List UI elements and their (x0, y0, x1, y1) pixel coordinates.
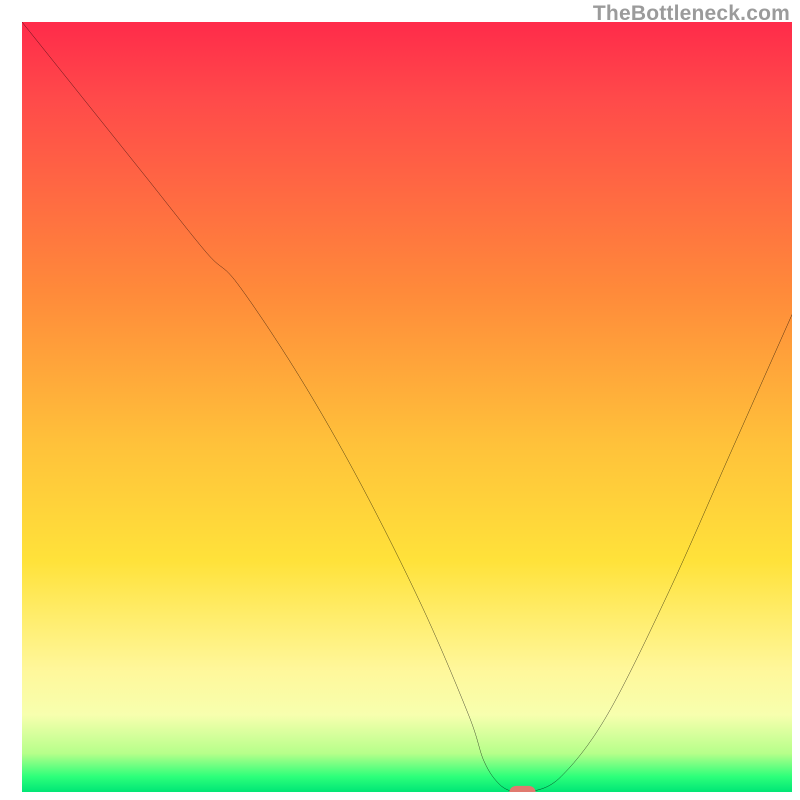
curve-layer (22, 22, 792, 792)
plot-area (22, 22, 792, 792)
bottleneck-curve-path (22, 22, 792, 792)
chart-stage: TheBottleneck.com (0, 0, 800, 800)
optimal-point-marker (509, 786, 535, 792)
